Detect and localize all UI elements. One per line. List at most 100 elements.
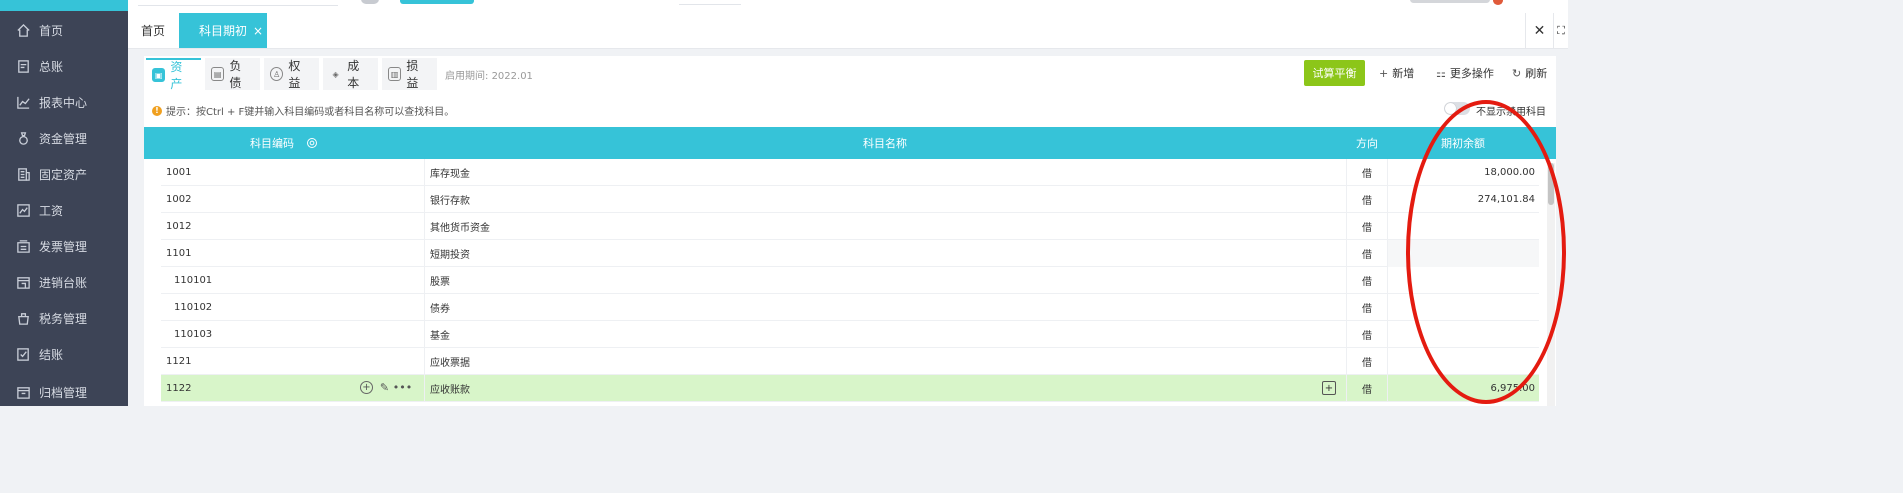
tab-home[interactable]: 首页 [128,13,178,48]
tab-cost[interactable]: ◈ 成本 [323,58,378,90]
direction: 借 [1346,294,1388,321]
direction: 借 [1346,240,1388,267]
opening-balance[interactable] [1388,348,1539,375]
ledger-icon [15,58,31,74]
account-code: 1122 [166,383,192,394]
header-search-bar[interactable] [138,0,338,6]
auxiliary-accounting-icon[interactable]: + [1322,381,1336,395]
table-row[interactable]: 1101 短期投资 借 [161,240,1539,267]
table-row[interactable]: 110102 债券 借 [161,294,1539,321]
header-user-info[interactable] [1410,0,1490,3]
account-name: 短期投资 [424,240,1346,267]
refresh-icon: ↻ [1512,66,1522,80]
account-code: 1012 [166,221,192,232]
content-card: ▣ 资产 ▤ 负债 ♙ 权益 ◈ 成本 ▥ 损益 启用期间: 2022.01 试… [144,56,1556,406]
trial-balance-button[interactable]: 试算平衡 [1304,60,1365,86]
table-row[interactable]: 1121 应收票据 借 [161,348,1539,375]
hide-disabled-toggle[interactable] [1444,102,1470,115]
header-accent-button[interactable] [400,0,474,4]
header-field[interactable] [679,0,741,5]
close-icon[interactable]: × [253,24,263,38]
sidebar-item-label: 资金管理 [39,131,88,146]
sidebar-item-fund-management[interactable]: 资金管理 [0,120,128,156]
header-opening-balance: 期初余额 [1441,137,1485,150]
sidebar-item-label: 首页 [39,23,64,38]
tab-liabilities[interactable]: ▤ 负债 [205,58,260,90]
table-row[interactable]: 1001 库存现金 借 18,000.00 [161,159,1539,186]
direction: 借 [1346,321,1388,348]
table-row[interactable]: 1002 银行存款 借 274,101.84 [161,186,1539,213]
refresh-label: 刷新 [1525,67,1548,80]
sidebar-item-home[interactable]: 首页 [0,12,128,48]
header-direction: 方向 [1356,137,1378,150]
sidebar-item-salary[interactable]: 工资 [0,192,128,228]
more-actions-button[interactable]: ⚏ 更多操作 [1436,65,1494,81]
tab-assets[interactable]: ▣ 资产 [146,58,201,91]
more-icon[interactable]: ••• [393,381,412,394]
tab-profit-loss[interactable]: ▥ 损益 [382,58,437,90]
header-account-code-label: 科目编码 [250,137,294,150]
opening-balance[interactable]: 6,975.00 [1388,375,1539,402]
opening-balance[interactable] [1388,321,1539,348]
direction: 借 [1346,159,1388,186]
add-subaccount-icon[interactable]: + [360,381,373,394]
building-icon [15,166,31,182]
direction: 借 [1346,267,1388,294]
report-chart-icon [15,94,31,110]
tab-equity[interactable]: ♙ 权益 [264,58,319,90]
invoice-icon [15,238,31,254]
account-name: 股票 [424,267,1346,294]
sidebar-item-archive[interactable]: 归档管理 [0,374,128,410]
money-bag-icon [15,130,31,146]
sidebar-item-checkout[interactable]: 结账 [0,336,128,372]
sidebar-item-label: 固定资产 [39,167,88,182]
sidebar-item-report-center[interactable]: 报表中心 [0,84,128,120]
opening-balance[interactable]: 18,000.00 [1388,159,1539,186]
account-code: 1101 [166,248,192,259]
table-row[interactable]: 1012 其他货币资金 借 [161,213,1539,240]
direction: 借 [1346,186,1388,213]
sidebar-item-ledger[interactable]: 总账 [0,48,128,84]
opening-balance[interactable] [1388,213,1539,240]
asset-icon: ▣ [152,68,166,82]
account-code: 1002 [166,194,192,205]
sidebar-item-tax-management[interactable]: 税务管理 [0,300,128,336]
account-name: 债券 [424,294,1346,321]
opening-balance[interactable] [1388,267,1539,294]
tab-opening-balance[interactable]: 科目期初 × [179,13,267,48]
more-actions-icon: ⚏ [1436,66,1446,80]
tab-liabilities-label: 负债 [229,59,242,90]
fullscreen-icon[interactable]: ⛶ [1553,13,1568,48]
edit-icon[interactable]: ✎ [378,381,391,394]
sidebar-item-label: 税务管理 [39,311,88,326]
opening-balance[interactable] [1388,294,1539,321]
opening-balance[interactable]: 274,101.84 [1388,186,1539,213]
notification-icon[interactable] [1493,0,1503,5]
table-row[interactable]: 110103 基金 借 [161,321,1539,348]
header-avatar-icon[interactable] [361,0,379,4]
account-type-tabs: ▣ 资产 ▤ 负债 ♙ 权益 ◈ 成本 ▥ 损益 启用期间: 2022.01 试… [144,56,1556,92]
settings-gear-icon[interactable] [306,137,318,149]
sidebar-item-fixed-assets[interactable]: 固定资产 [0,156,128,192]
checkout-icon [15,346,31,362]
table-scrollbar[interactable] [1547,163,1555,406]
account-name: 基金 [424,321,1346,348]
sidebar-item-label: 发票管理 [39,239,88,254]
sidebar-item-invoice-management[interactable]: 发票管理 [0,228,128,264]
refresh-button[interactable]: ↻ 刷新 [1512,65,1547,81]
scrollbar-thumb[interactable] [1548,163,1554,205]
account-name: 银行存款 [424,186,1346,213]
table-row-selected[interactable]: 1122 + ✎ ••• 应收账款 + 借 6,975.00 [161,375,1539,402]
sidebar-item-purchase-sales[interactable]: 进销台账 [0,264,128,300]
direction: 借 [1346,348,1388,375]
table-row[interactable]: 110101 股票 借 [161,267,1539,294]
header-account-code: 科目编码 [144,127,424,159]
header-account-name: 科目名称 [863,137,907,150]
account-name: 库存现金 [424,159,1346,186]
store-icon [15,274,31,290]
table-header: 科目编码 科目名称 方向 期初余额 [144,127,1556,159]
add-button[interactable]: + 新增 [1379,65,1414,81]
tab-home-label: 首页 [140,24,165,38]
close-all-tabs-button[interactable]: ✕ [1525,13,1553,48]
search-hint-text: 提示：按Ctrl + F键并输入科目编码或者科目名称可以查找科目。 [166,107,455,118]
